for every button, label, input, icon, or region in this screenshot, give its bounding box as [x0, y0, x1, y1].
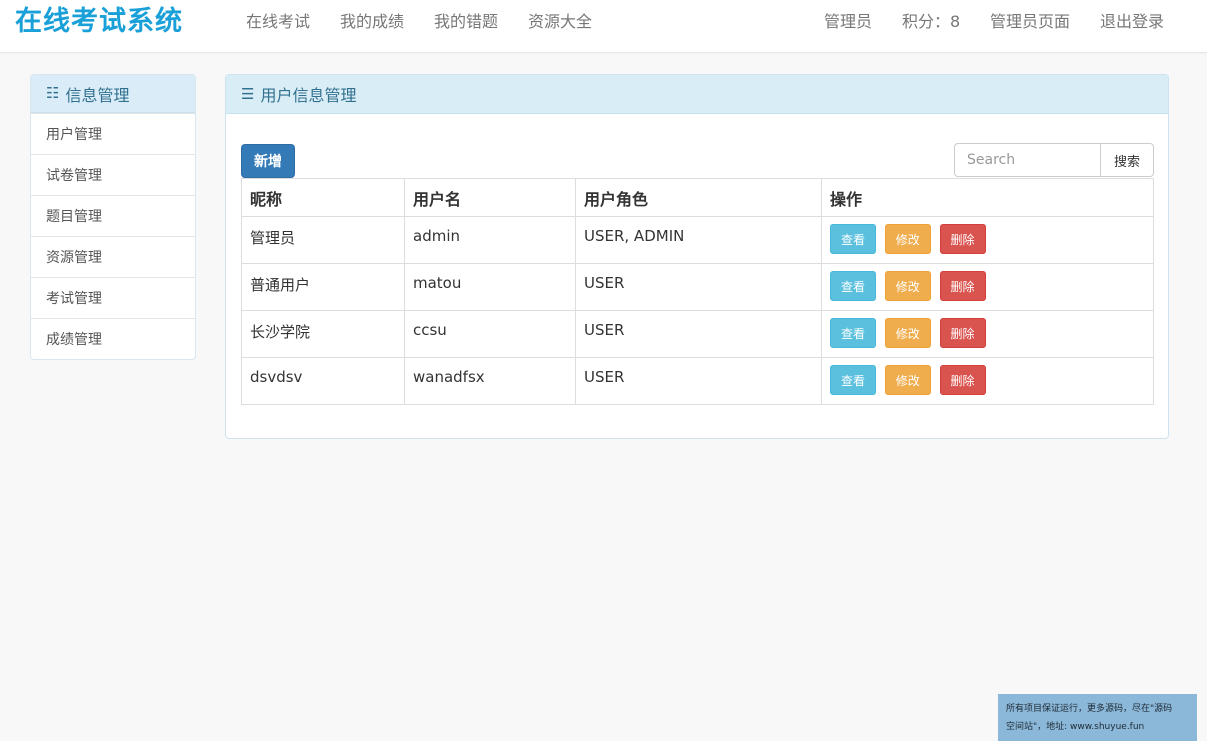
cell-actions: 查看 修改 删除 [821, 357, 1154, 405]
cell-nickname: dsvdsv [241, 357, 405, 405]
th-list-icon: ☷ [46, 84, 60, 102]
view-button[interactable]: 查看 [830, 224, 876, 254]
delete-button[interactable]: 删除 [939, 318, 986, 348]
watermark-line-1: 所有项目保证运行，更多源码，尽在"源码 [1006, 704, 1173, 714]
user-name-link[interactable]: 管理员 [824, 12, 872, 32]
edit-button[interactable]: 修改 [884, 318, 931, 348]
search-group: 搜索 [954, 143, 1154, 177]
cell-role: USER, ADMIN [575, 216, 822, 264]
cell-username: ccsu [404, 310, 576, 358]
table-header-row: 昵称 用户名 用户角色 操作 [241, 178, 1154, 217]
align-justify-icon: ☰ [241, 84, 255, 103]
col-nickname: 昵称 [241, 178, 405, 217]
view-button[interactable]: 查看 [830, 318, 876, 348]
users-table: 昵称 用户名 用户角色 操作 管理员 admin USER, ADMIN 查看 … [241, 178, 1154, 405]
sidebar-header: ☷ 信息管理 [31, 75, 195, 113]
nav-online-exam[interactable]: 在线考试 [246, 12, 310, 32]
sidebar-item-resources[interactable]: 资源管理 [31, 236, 195, 277]
col-role: 用户角色 [575, 178, 822, 217]
cell-actions: 查看 修改 删除 [821, 263, 1154, 311]
search-button[interactable]: 搜索 [1100, 143, 1154, 177]
cell-nickname: 长沙学院 [241, 310, 405, 358]
panel-header: ☰ 用户信息管理 [226, 75, 1168, 114]
sidebar-item-exams[interactable]: 考试管理 [31, 277, 195, 318]
watermark-banner: 所有项目保证运行，更多源码，尽在"源码 空间站"，地址: www.shuyue.… [998, 694, 1197, 741]
cell-nickname: 普通用户 [241, 263, 405, 311]
table-row: 长沙学院 ccsu USER 查看 修改 删除 [241, 310, 1154, 358]
nav-my-scores[interactable]: 我的成绩 [340, 12, 404, 32]
sidebar-item-scores[interactable]: 成绩管理 [31, 318, 195, 359]
sidebar-item-questions[interactable]: 题目管理 [31, 195, 195, 236]
edit-button[interactable]: 修改 [884, 224, 931, 254]
view-button[interactable]: 查看 [830, 271, 876, 301]
table-row: 普通用户 matou USER 查看 修改 删除 [241, 263, 1154, 311]
nav-resources[interactable]: 资源大全 [528, 12, 592, 32]
top-navbar: 在线考试系统 在线考试 我的成绩 我的错题 资源大全 管理员 积分：8 管理员页… [0, 0, 1207, 53]
sidebar: ☷ 信息管理 用户管理 试卷管理 题目管理 资源管理 考试管理 成绩管理 [30, 74, 196, 360]
cell-role: USER [575, 263, 822, 311]
delete-button[interactable]: 删除 [939, 365, 986, 395]
col-username: 用户名 [404, 178, 576, 217]
cell-role: USER [575, 310, 822, 358]
user-management-panel: ☰ 用户信息管理 新增 搜索 昵称 用户名 用户角色 操作 管理员 admin … [225, 74, 1169, 439]
cell-actions: 查看 修改 删除 [821, 310, 1154, 358]
view-button[interactable]: 查看 [830, 365, 876, 395]
nav-my-mistakes[interactable]: 我的错题 [434, 12, 498, 32]
table-row: 管理员 admin USER, ADMIN 查看 修改 删除 [241, 216, 1154, 264]
sidebar-item-papers[interactable]: 试卷管理 [31, 154, 195, 195]
cell-actions: 查看 修改 删除 [821, 216, 1154, 264]
panel-title: 用户信息管理 [260, 86, 357, 105]
cell-username: admin [404, 216, 576, 264]
cell-nickname: 管理员 [241, 216, 405, 264]
sidebar-item-users[interactable]: 用户管理 [31, 113, 195, 154]
col-actions: 操作 [821, 178, 1154, 217]
edit-button[interactable]: 修改 [884, 365, 931, 395]
sidebar-title: 信息管理 [65, 85, 130, 105]
search-input[interactable] [954, 143, 1101, 177]
edit-button[interactable]: 修改 [884, 271, 931, 301]
cell-username: matou [404, 263, 576, 311]
table-row: dsvdsv wanadfsx USER 查看 修改 删除 [241, 357, 1154, 405]
delete-button[interactable]: 删除 [939, 271, 986, 301]
brand-logo[interactable]: 在线考试系统 [15, 4, 183, 40]
watermark-line-2: 空间站"，地址: www.shuyue.fun [1006, 722, 1145, 732]
add-user-button[interactable]: 新增 [241, 144, 295, 178]
delete-button[interactable]: 删除 [939, 224, 986, 254]
cell-role: USER [575, 357, 822, 405]
admin-page-link[interactable]: 管理员页面 [990, 12, 1070, 32]
cell-username: wanadfsx [404, 357, 576, 405]
logout-link[interactable]: 退出登录 [1100, 12, 1164, 32]
points-label: 积分：8 [902, 12, 961, 31]
